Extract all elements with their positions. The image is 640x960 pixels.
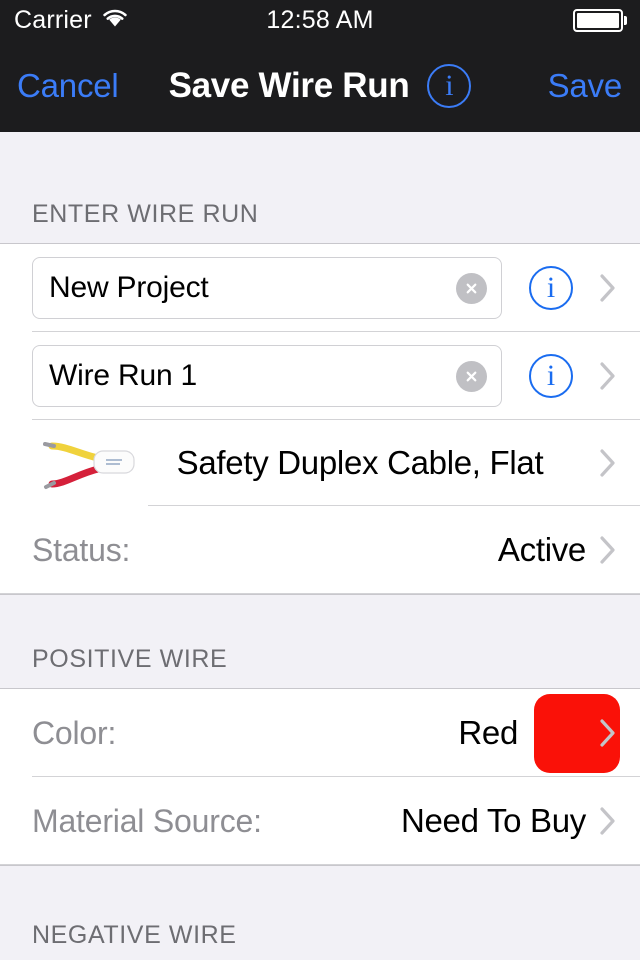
section-header-label: POSITIVE WIRE [32, 645, 228, 673]
row-wire-run-name[interactable]: Wire Run 1 i [0, 332, 640, 420]
row-status[interactable]: Status: Active [0, 506, 640, 594]
page-title: Save Wire Run [168, 66, 410, 105]
section-header-enter-wire-run: ENTER WIRE RUN [0, 132, 640, 244]
cancel-button[interactable]: Cancel [0, 67, 119, 105]
chevron-right-icon[interactable] [600, 362, 616, 390]
section-header-positive-wire: POSITIVE WIRE [0, 594, 640, 689]
material-source-label: Material Source: [32, 802, 262, 839]
info-glyph: i [445, 69, 454, 102]
app-screen: Carrier 12:58 AM Cancel Save Wire Run i [0, 0, 640, 960]
project-name-field[interactable]: New Project [32, 257, 502, 319]
navigation-bar: Cancel Save Wire Run i Save [0, 40, 640, 132]
row-positive-color[interactable]: Color: Red [0, 689, 640, 777]
save-button[interactable]: Save [548, 67, 640, 105]
section-header-label: NEGATIVE WIRE [32, 921, 237, 949]
row-positive-material-source[interactable]: Material Source: Need To Buy [0, 777, 640, 865]
duplex-cable-image [36, 434, 136, 492]
wire-run-name-value[interactable]: Wire Run 1 [49, 359, 456, 393]
clear-icon[interactable] [456, 360, 487, 392]
status-value: Active [497, 531, 586, 568]
status-bar: Carrier 12:58 AM [0, 0, 640, 40]
info-glyph: i [546, 359, 556, 392]
row-separator [0, 593, 640, 594]
chevron-right-icon[interactable] [600, 274, 616, 302]
info-circle-icon[interactable]: i [427, 64, 472, 108]
row-separator [0, 864, 640, 865]
section-header-label: ENTER WIRE RUN [32, 200, 259, 228]
row-project-name[interactable]: New Project i [0, 244, 640, 332]
chevron-right-icon[interactable] [600, 449, 616, 477]
info-glyph: i [546, 271, 556, 304]
wire-run-info-icon[interactable]: i [529, 354, 573, 398]
chevron-right-icon[interactable] [600, 807, 616, 835]
color-value: Red [458, 714, 518, 751]
status-label: Status: [32, 531, 131, 568]
cable-type-value: Safety Duplex Cable, Flat [176, 444, 544, 481]
section-header-negative-wire: NEGATIVE WIRE [0, 865, 640, 960]
wire-run-name-field[interactable]: Wire Run 1 [32, 345, 502, 407]
form-list: ENTER WIRE RUN New Project i Wire Run 1 … [0, 132, 640, 960]
chevron-right-icon[interactable] [600, 719, 616, 747]
chevron-right-icon[interactable] [600, 536, 616, 564]
row-cable-type[interactable]: Safety Duplex Cable, Flat [0, 420, 640, 506]
project-info-icon[interactable]: i [529, 266, 573, 310]
status-bar-time: 12:58 AM [266, 5, 374, 34]
project-name-value[interactable]: New Project [49, 271, 456, 305]
color-label: Color: [32, 714, 117, 751]
clear-icon[interactable] [456, 272, 487, 304]
